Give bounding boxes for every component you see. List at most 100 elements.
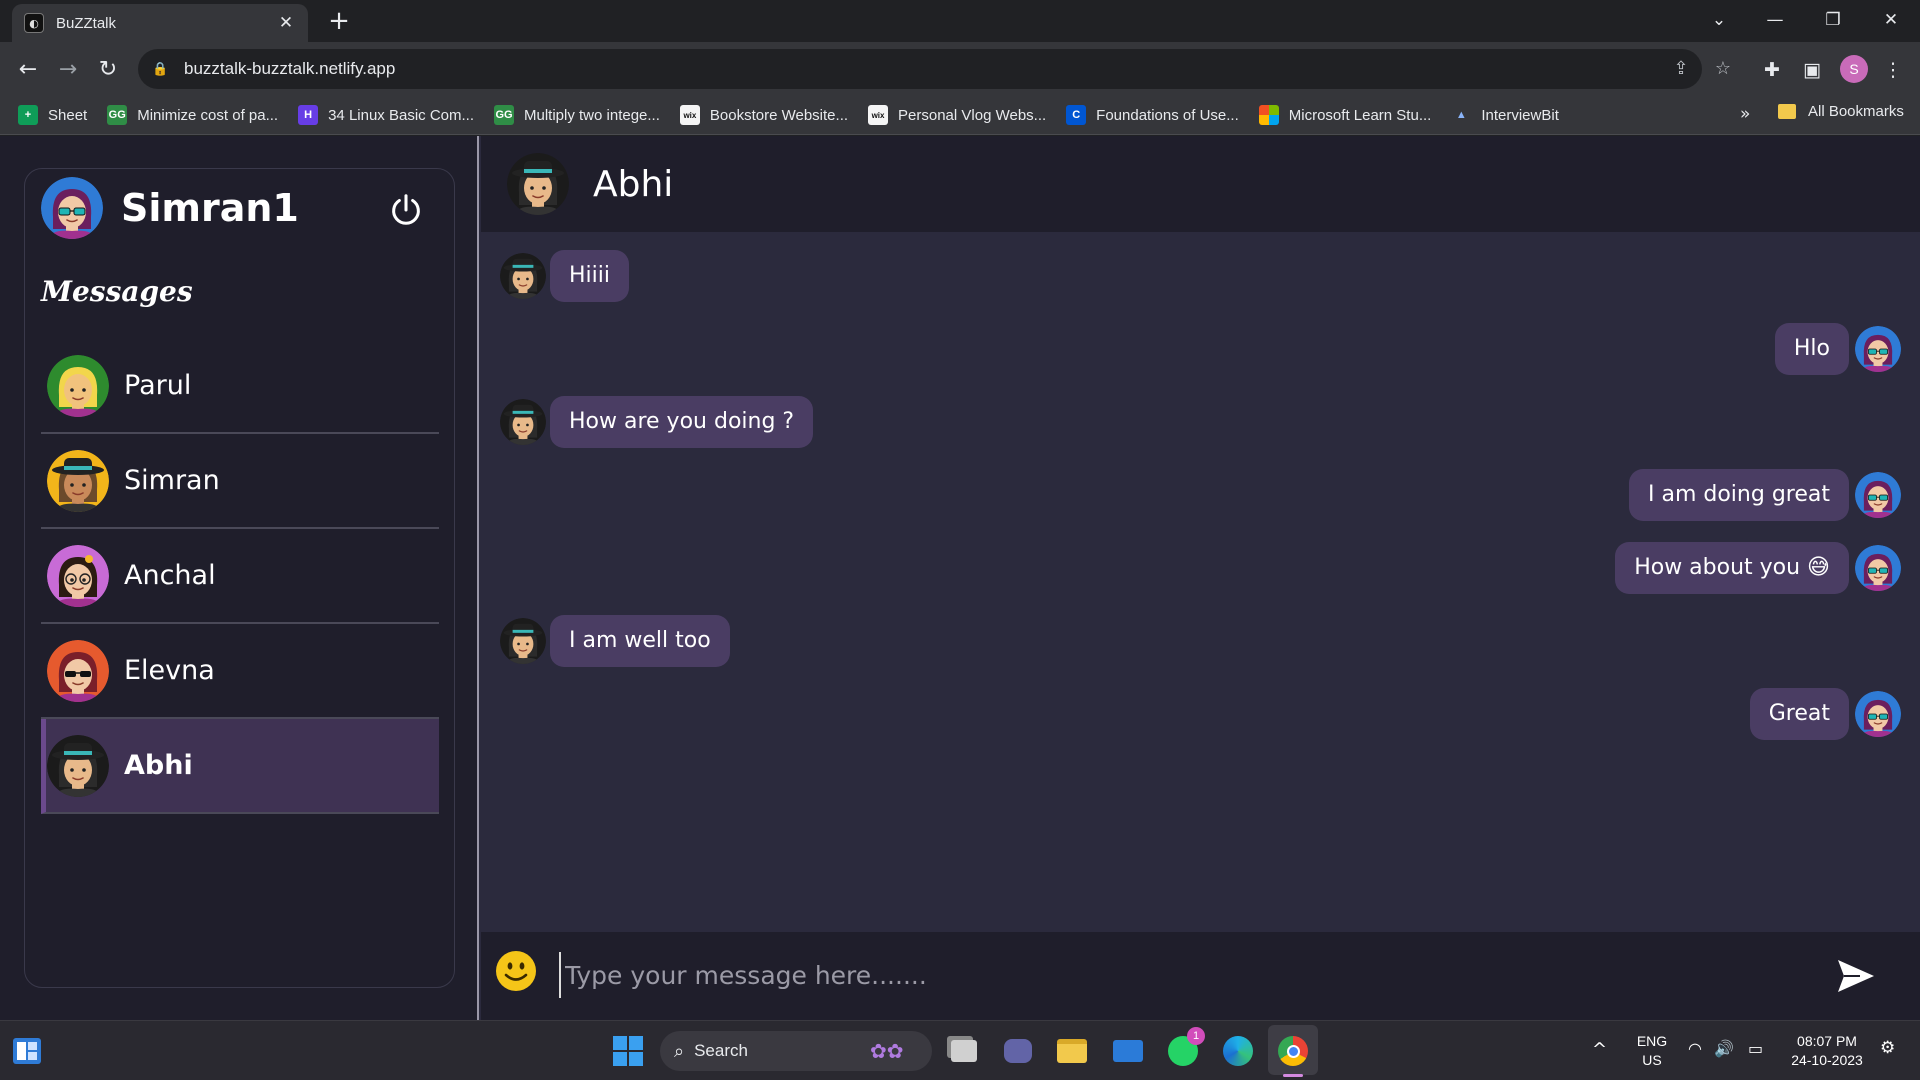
search-icon: ⌕ [674,1040,685,1062]
language-indicator[interactable]: ENG US [1632,1032,1672,1070]
language-line2: US [1642,1052,1662,1068]
contact-name: Elevna [124,655,215,686]
message-bubble: Hiiii [550,250,629,302]
back-button[interactable]: ← [12,53,44,85]
message-bubble: Hlo [1774,323,1849,375]
restore-window-button[interactable]: ❐ [1804,0,1862,40]
bookmark-item[interactable]: H 34 Linux Basic Com... [298,105,474,125]
wifi-icon[interactable]: ◠ [1688,1039,1702,1058]
tab-title: BuZZtalk [56,14,117,32]
taskbar-search[interactable]: ⌕ Search ✿✿ [660,1031,932,1071]
bookmarks-bar: + Sheet GG Minimize cost of pa... H 34 Linux … [0,96,1920,135]
own-avatar [1855,326,1901,372]
profile-avatar[interactable]: S [1840,55,1868,83]
tray-overflow-icon[interactable]: ^ [1592,1039,1607,1060]
bookmark-item[interactable]: wix Bookstore Website... [679,105,848,125]
send-icon[interactable] [1836,958,1876,994]
bookmark-item[interactable]: + Sheet [18,105,87,125]
all-bookmarks-label: All Bookmarks [1808,103,1904,120]
whatsapp-icon[interactable]: 1 [1165,1027,1205,1069]
bookmark-item[interactable]: GG Minimize cost of pa... [107,105,278,125]
windows-start-icon[interactable] [610,1033,646,1069]
bookmark-label: Sheet [48,106,88,124]
chat-partner-avatar [507,153,569,215]
contact-item-parul[interactable]: Parul [41,339,439,434]
incoming-message: Hiiii [500,250,629,302]
browser-toolbar: ← → ↻ 🔒 buzztalk-buzztalk.netlify.app ⇪ … [0,42,1920,96]
sender-avatar [500,618,546,664]
bookmark-label: 34 Linux Basic Com... [328,106,474,124]
notification-icon[interactable]: ⚙ [1880,1038,1895,1058]
interviewbit-icon: ▲ [1451,105,1472,125]
clock[interactable]: 08:07 PM 24-10-2023 [1782,1032,1872,1070]
hostinger-icon: H [298,105,319,125]
address-bar[interactable]: 🔒 buzztalk-buzztalk.netlify.app [138,49,1702,89]
all-bookmarks-folder[interactable]: All Bookmarks [1778,103,1904,120]
power-icon[interactable] [387,191,425,229]
sidebar-panel: Simran1 Messages Parul Simran Anchal Elevna… [24,168,455,988]
wix-icon: wix [679,105,700,125]
outgoing-message: How about you 😅 [1615,542,1901,594]
task-view-icon[interactable] [946,1033,982,1069]
menu-icon[interactable]: ⋮ [1878,55,1908,85]
message-bubble: How are you doing ? [550,396,814,448]
contact-name: Parul [124,370,192,401]
bookmark-item[interactable]: Microsoft Learn Stu... [1258,105,1431,125]
bookmark-item[interactable]: GG Multiply two intege... [494,105,660,125]
browser-tab[interactable]: ◐ BuZZtalk ✕ [12,4,308,42]
geeksforgeeks-icon: GG [494,105,514,125]
current-user-name: Simran1 [121,186,299,230]
more-bookmarks-icon[interactable]: » [1740,104,1750,124]
chat-header: Abhi [481,136,1920,232]
contact-item-anchal[interactable]: Anchal [41,529,439,624]
sender-avatar [500,399,546,445]
close-tab-icon[interactable]: ✕ [276,13,296,33]
close-window-button[interactable]: ✕ [1862,0,1920,40]
incoming-message: How are you doing ? [500,396,814,448]
new-tab-button[interactable]: + [324,6,354,36]
clock-date: 24-10-2023 [1791,1052,1863,1068]
search-highlight-icon: ✿✿ [870,1039,904,1063]
share-icon[interactable]: ⇪ [1670,58,1692,80]
coursera-icon: C [1066,105,1087,125]
battery-icon[interactable]: ▭ [1748,1039,1763,1058]
language-line1: ENG [1636,1033,1668,1049]
contact-item-abhi[interactable]: Abhi [41,719,439,814]
teams-chat-icon[interactable] [1000,1033,1036,1069]
message-bubble: I am doing great [1629,469,1849,521]
widgets-icon[interactable] [12,1037,42,1065]
side-panel-icon[interactable]: ▣ [1797,55,1827,85]
wix-icon: wix [868,105,889,125]
bookmark-label: Personal Vlog Webs... [898,106,1047,124]
volume-icon[interactable]: 🔊 [1714,1039,1734,1058]
message-bubble: I am well too [550,615,730,667]
message-composer [481,932,1920,1020]
file-explorer-icon[interactable] [1054,1033,1090,1069]
forward-button[interactable]: → [52,53,84,85]
message-list: Hiiii Hlo How are you doing ? I am doing gr… [481,232,1920,932]
chrome-icon[interactable] [1275,1033,1311,1069]
bookmark-label: Minimize cost of pa... [137,106,279,124]
extensions-icon[interactable]: ✚ [1757,55,1787,85]
bookmark-star-icon[interactable]: ☆ [1712,58,1734,80]
bookmark-item[interactable]: wix Personal Vlog Webs... [868,105,1046,125]
contact-name: Simran [124,465,220,496]
minimize-window-button[interactable]: — [1746,0,1804,40]
own-avatar [1855,545,1901,591]
search-label: Search [694,1041,748,1060]
edge-icon[interactable] [1220,1033,1256,1069]
windows-taskbar: ⌕ Search ✿✿ 1 ^ ENG US ◠ 🔊 ▭ 08:07 PM 24… [0,1020,1920,1080]
contact-item-simran[interactable]: Simran [41,434,439,529]
emoji-icon[interactable] [495,950,537,992]
parul-avatar [47,354,109,417]
tab-search-icon[interactable]: ⌄ [1690,0,1748,40]
mail-icon[interactable] [1110,1033,1146,1069]
active-app-indicator [1283,1074,1303,1077]
bookmark-item[interactable]: ▲ InterviewBit [1451,105,1559,125]
chat-panel: Abhi Hiiii Hlo How are you doing ? I am doi… [481,136,1920,1020]
reload-button[interactable]: ↻ [92,53,124,85]
bookmark-item[interactable]: C Foundations of Use... [1066,105,1239,125]
message-input[interactable] [559,952,1779,998]
microsoft-icon [1258,105,1279,125]
contact-item-elevna[interactable]: Elevna [41,624,439,719]
